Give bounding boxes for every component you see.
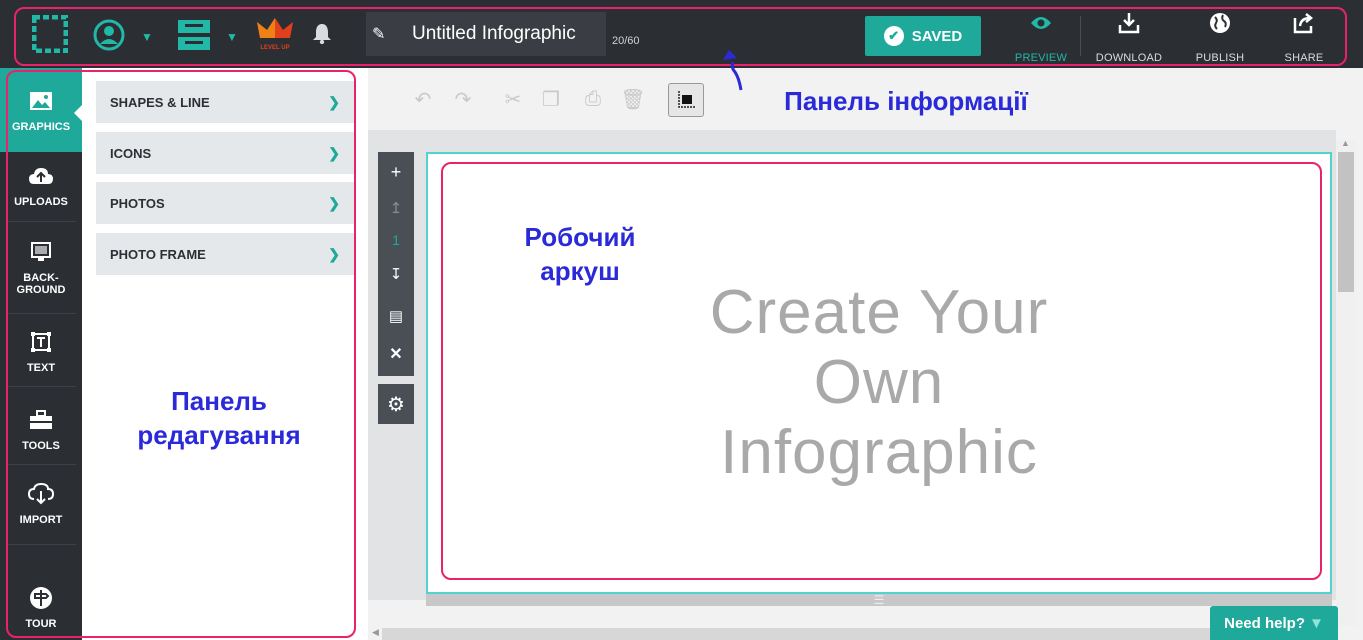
page-number-slot: 1 (378, 228, 414, 252)
info-panel-annotation: Панель інформації (784, 86, 1028, 116)
info-panel-highlight (14, 7, 1347, 66)
vertical-scrollbar-thumb[interactable] (1338, 152, 1354, 292)
worksheet-annotation: Робочий аркуш (524, 222, 636, 286)
page-tools: + ↥ 1 ↧ ▤ ✕ (378, 152, 414, 376)
move-page-up-icon[interactable]: ↥ (378, 190, 414, 226)
cut-icon[interactable]: ✂ (495, 80, 531, 118)
duplicate-page-icon[interactable]: ▤ (378, 298, 414, 334)
page-number: 1 (392, 232, 400, 248)
annotation-arrow (715, 48, 745, 92)
scroll-up-arrow-icon[interactable]: ▲ (1341, 138, 1350, 148)
gear-icon[interactable]: ⚙ (378, 384, 414, 424)
help-shield-icon: ▼ (1309, 614, 1324, 632)
horizontal-scrollbar[interactable] (382, 628, 1332, 640)
delete-page-icon[interactable]: ✕ (378, 336, 414, 372)
edit-panel-annotation: Панель редагування (137, 386, 301, 450)
paste-icon[interactable]: ⎙ (575, 80, 611, 118)
scroll-left-arrow-icon[interactable]: ◀ (372, 627, 379, 638)
edit-panel-highlight (6, 70, 356, 638)
move-page-down-icon[interactable]: ↧ (378, 256, 414, 292)
delete-icon[interactable]: 🗑 (615, 80, 651, 118)
add-page-button[interactable]: + (378, 154, 414, 190)
canvas-resize-handle[interactable]: ☰ (426, 593, 1332, 607)
need-help-label: Need help? (1224, 614, 1305, 632)
undo-icon[interactable]: ↶ (405, 80, 441, 118)
grid-toggle-button[interactable] (668, 83, 704, 117)
redo-icon[interactable]: ↷ (445, 80, 481, 118)
copy-icon[interactable]: ❐ (533, 80, 569, 118)
need-help-button[interactable]: Need help? ▼ (1210, 606, 1338, 640)
